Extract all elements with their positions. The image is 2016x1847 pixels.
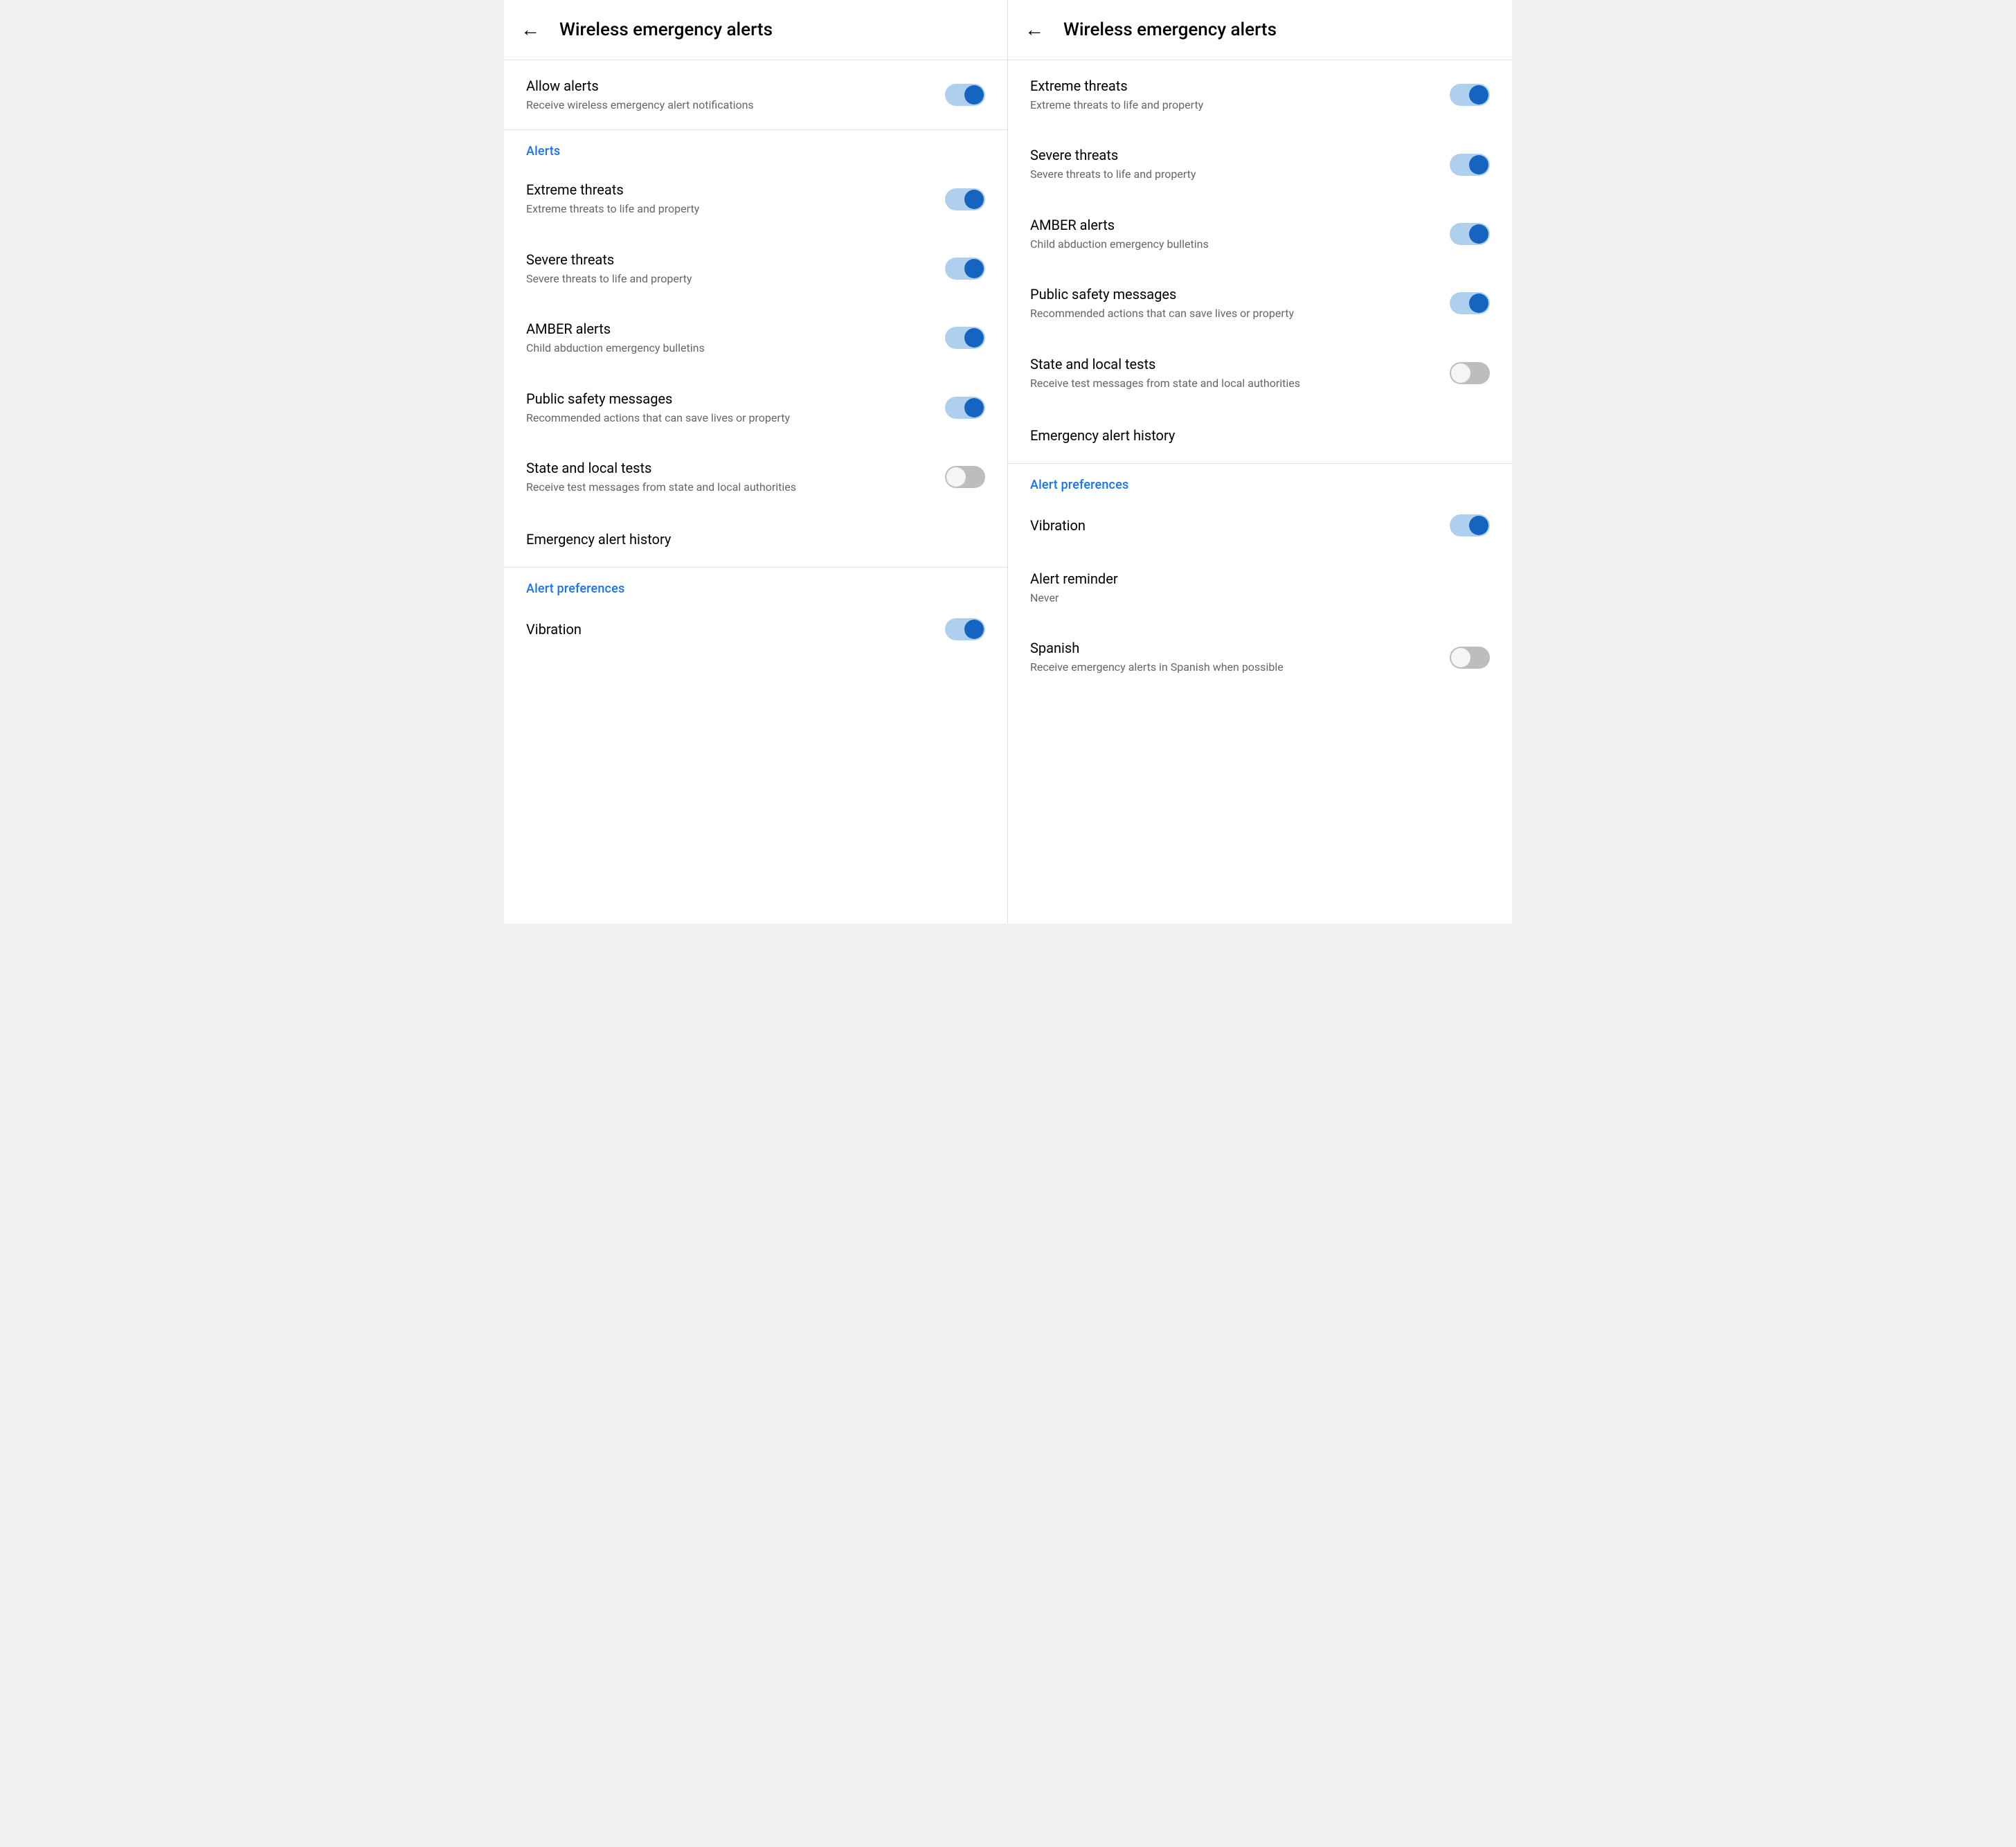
left-state-local-row[interactable]: State and local tests Receive test messa…	[504, 442, 1007, 512]
right-severe-threats-row[interactable]: Severe threats Severe threats to life an…	[1008, 129, 1512, 199]
right-page-title: Wireless emergency alerts	[1063, 19, 1277, 40]
left-allow-alerts-thumb	[964, 85, 984, 105]
right-extreme-threats-title: Extreme threats	[1030, 77, 1433, 95]
left-extreme-threats-text: Extreme threats Extreme threats to life …	[526, 181, 945, 217]
left-header: ← Wireless emergency alerts	[504, 0, 1007, 60]
left-allow-alerts-subtitle: Receive wireless emergency alert notific…	[526, 98, 928, 113]
right-alert-reminder-subtitle: Never	[1030, 591, 1473, 606]
right-alert-reminder-text: Alert reminder Never	[1030, 570, 1490, 606]
right-screen: ← Wireless emergency alerts Extreme thre…	[1008, 0, 1512, 924]
left-extreme-threats-row[interactable]: Extreme threats Extreme threats to life …	[504, 164, 1007, 233]
right-back-button[interactable]: ←	[1025, 20, 1044, 39]
right-header: ← Wireless emergency alerts	[1008, 0, 1512, 60]
right-state-local-text: State and local tests Receive test messa…	[1030, 355, 1450, 391]
right-vibration-title: Vibration	[1030, 516, 1433, 534]
left-public-safety-subtitle: Recommended actions that can save lives …	[526, 411, 928, 426]
left-vibration-toggle[interactable]	[945, 618, 985, 640]
left-vibration-text: Vibration	[526, 620, 945, 638]
left-amber-alerts-title: AMBER alerts	[526, 320, 928, 338]
right-public-safety-text: Public safety messages Recommended actio…	[1030, 285, 1450, 321]
right-alert-reminder-title: Alert reminder	[1030, 570, 1473, 588]
left-state-local-text: State and local tests Receive test messa…	[526, 459, 945, 495]
right-emergency-history-row[interactable]: Emergency alert history	[1008, 408, 1512, 463]
left-public-safety-title: Public safety messages	[526, 390, 928, 408]
left-state-local-thumb	[946, 467, 966, 487]
right-state-local-thumb	[1451, 363, 1470, 383]
right-extreme-threats-subtitle: Extreme threats to life and property	[1030, 98, 1433, 113]
right-public-safety-row[interactable]: Public safety messages Recommended actio…	[1008, 269, 1512, 338]
right-preferences-section-label: Alert preferences	[1008, 464, 1512, 498]
left-public-safety-toggle[interactable]	[945, 397, 985, 419]
right-vibration-toggle[interactable]	[1450, 514, 1490, 537]
left-extreme-threats-toggle[interactable]	[945, 188, 985, 210]
right-public-safety-title: Public safety messages	[1030, 285, 1433, 303]
left-severe-threats-title: Severe threats	[526, 251, 928, 269]
right-amber-alerts-thumb	[1469, 224, 1488, 244]
right-amber-alerts-subtitle: Child abduction emergency bulletins	[1030, 237, 1433, 252]
left-extreme-threats-thumb	[964, 190, 984, 209]
left-vibration-row[interactable]: Vibration	[504, 602, 1007, 657]
left-preferences-section-label: Alert preferences	[504, 568, 1007, 602]
left-severe-threats-row[interactable]: Severe threats Severe threats to life an…	[504, 234, 1007, 303]
right-state-local-subtitle: Receive test messages from state and loc…	[1030, 376, 1433, 391]
screens-container: ← Wireless emergency alerts Allow alerts…	[504, 0, 1512, 924]
right-spanish-subtitle: Receive emergency alerts in Spanish when…	[1030, 660, 1433, 675]
left-severe-threats-subtitle: Severe threats to life and property	[526, 271, 928, 287]
right-state-local-title: State and local tests	[1030, 355, 1433, 373]
left-alerts-section-label: Alerts	[504, 130, 1007, 164]
left-amber-alerts-subtitle: Child abduction emergency bulletins	[526, 341, 928, 356]
right-spanish-row[interactable]: Spanish Receive emergency alerts in Span…	[1008, 622, 1512, 692]
left-public-safety-thumb	[964, 398, 984, 417]
left-page-title: Wireless emergency alerts	[559, 19, 773, 40]
left-public-safety-text: Public safety messages Recommended actio…	[526, 390, 945, 426]
left-severe-threats-text: Severe threats Severe threats to life an…	[526, 251, 945, 287]
right-extreme-threats-row[interactable]: Extreme threats Extreme threats to life …	[1008, 60, 1512, 129]
left-extreme-threats-title: Extreme threats	[526, 181, 928, 199]
right-spanish-text: Spanish Receive emergency alerts in Span…	[1030, 639, 1450, 675]
left-amber-alerts-text: AMBER alerts Child abduction emergency b…	[526, 320, 945, 356]
right-extreme-threats-text: Extreme threats Extreme threats to life …	[1030, 77, 1450, 113]
right-amber-alerts-toggle[interactable]	[1450, 223, 1490, 245]
left-state-local-subtitle: Receive test messages from state and loc…	[526, 480, 928, 495]
left-emergency-history-label: Emergency alert history	[526, 531, 671, 548]
left-state-local-toggle[interactable]	[945, 466, 985, 488]
left-severe-threats-thumb	[964, 259, 984, 278]
left-severe-threats-toggle[interactable]	[945, 258, 985, 280]
right-emergency-history-label: Emergency alert history	[1030, 427, 1175, 444]
right-extreme-threats-thumb	[1469, 85, 1488, 105]
left-screen: ← Wireless emergency alerts Allow alerts…	[504, 0, 1008, 924]
right-vibration-thumb	[1469, 516, 1488, 535]
right-severe-threats-subtitle: Severe threats to life and property	[1030, 167, 1433, 182]
right-vibration-text: Vibration	[1030, 516, 1450, 534]
left-vibration-title: Vibration	[526, 620, 928, 638]
right-spanish-title: Spanish	[1030, 639, 1433, 657]
right-severe-threats-title: Severe threats	[1030, 146, 1433, 164]
left-public-safety-row[interactable]: Public safety messages Recommended actio…	[504, 373, 1007, 442]
left-amber-alerts-row[interactable]: AMBER alerts Child abduction emergency b…	[504, 303, 1007, 372]
right-state-local-row[interactable]: State and local tests Receive test messa…	[1008, 339, 1512, 408]
left-state-local-title: State and local tests	[526, 459, 928, 477]
right-severe-threats-toggle[interactable]	[1450, 154, 1490, 176]
left-extreme-threats-subtitle: Extreme threats to life and property	[526, 201, 928, 217]
right-vibration-row[interactable]: Vibration	[1008, 498, 1512, 553]
right-amber-alerts-title: AMBER alerts	[1030, 216, 1433, 234]
right-spanish-thumb	[1451, 648, 1470, 667]
right-public-safety-toggle[interactable]	[1450, 292, 1490, 314]
right-amber-alerts-text: AMBER alerts Child abduction emergency b…	[1030, 216, 1450, 252]
right-public-safety-subtitle: Recommended actions that can save lives …	[1030, 306, 1433, 321]
left-emergency-history-row[interactable]: Emergency alert history	[504, 512, 1007, 567]
right-severe-threats-text: Severe threats Severe threats to life an…	[1030, 146, 1450, 182]
left-allow-alerts-text: Allow alerts Receive wireless emergency …	[526, 77, 945, 113]
right-spanish-toggle[interactable]	[1450, 647, 1490, 669]
right-extreme-threats-toggle[interactable]	[1450, 84, 1490, 106]
right-severe-threats-thumb	[1469, 155, 1488, 174]
left-back-button[interactable]: ←	[521, 20, 540, 39]
right-amber-alerts-row[interactable]: AMBER alerts Child abduction emergency b…	[1008, 199, 1512, 269]
left-allow-alerts-title: Allow alerts	[526, 77, 928, 95]
left-allow-alerts-toggle[interactable]	[945, 84, 985, 106]
right-state-local-toggle[interactable]	[1450, 362, 1490, 384]
right-alert-reminder-row[interactable]: Alert reminder Never	[1008, 553, 1512, 622]
left-amber-alerts-toggle[interactable]	[945, 327, 985, 349]
left-allow-alerts-row[interactable]: Allow alerts Receive wireless emergency …	[504, 60, 1007, 129]
